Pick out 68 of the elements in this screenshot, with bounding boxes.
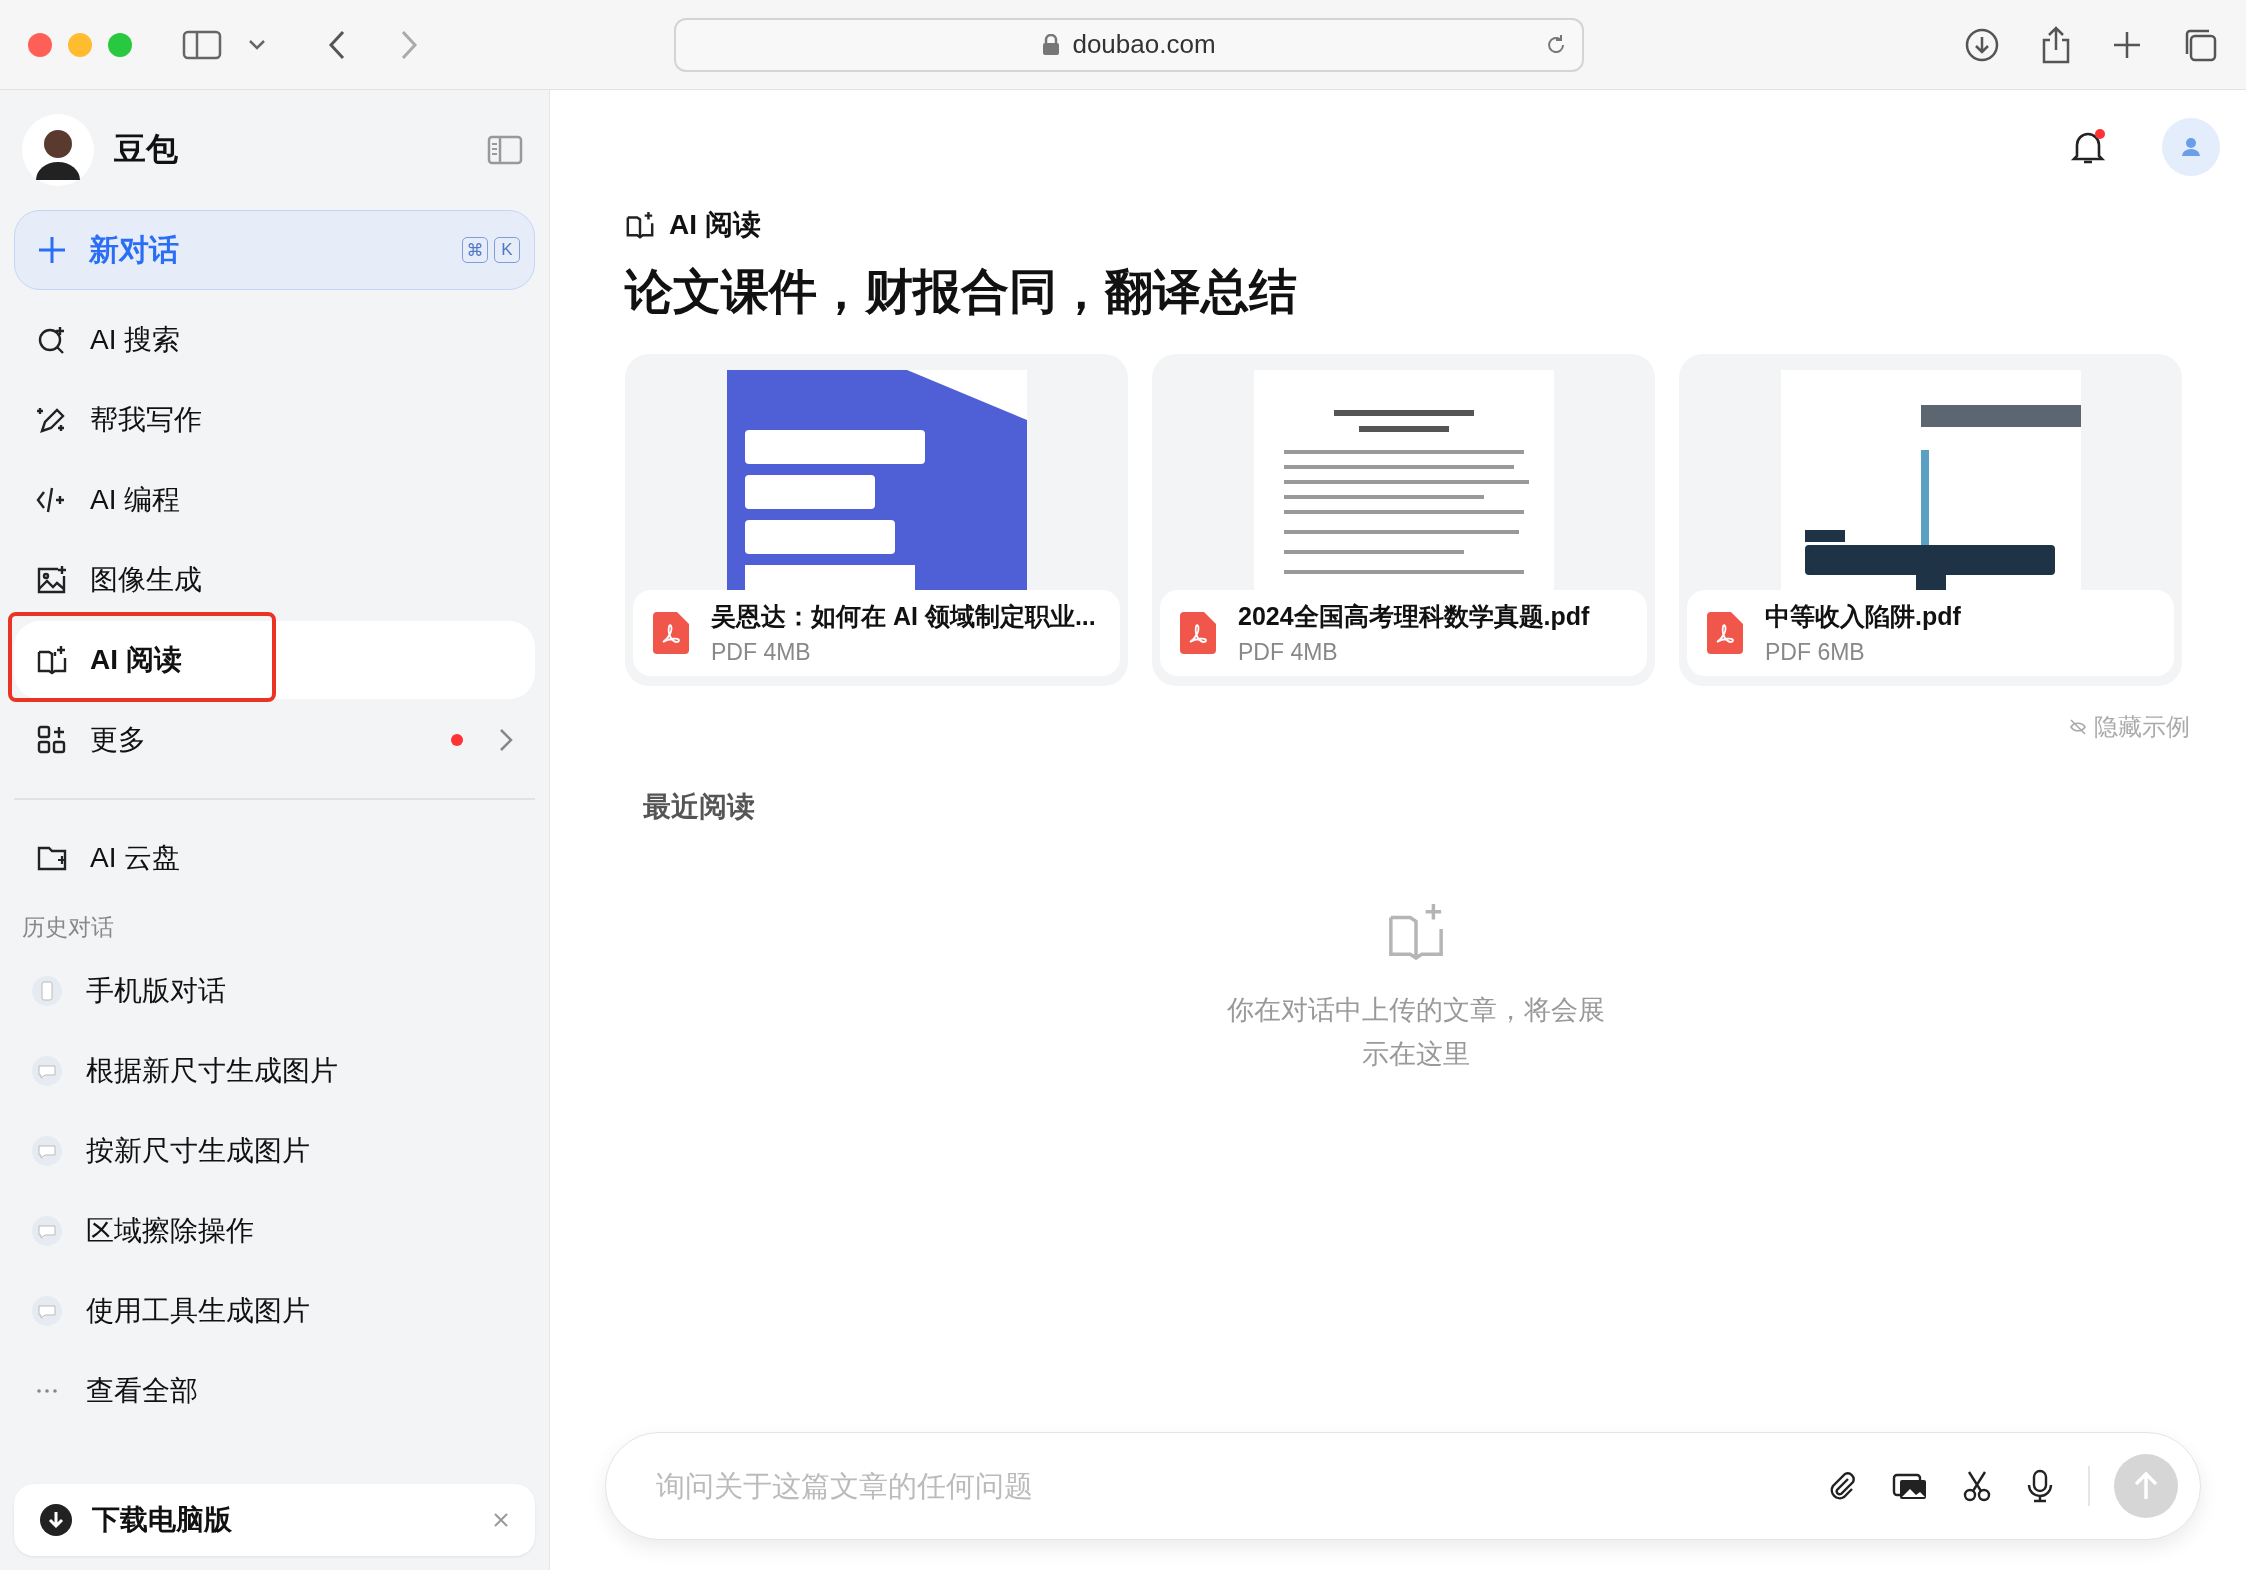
lock-icon: [1042, 33, 1061, 56]
close-window-icon[interactable]: [28, 32, 52, 57]
pdf-file-icon: [1180, 612, 1216, 654]
chat-bubble-icon: [32, 1136, 62, 1166]
pdf-file-icon: [653, 612, 689, 654]
paperclip-icon[interactable]: [1828, 1471, 1858, 1501]
document-meta: PDF 4MB: [711, 639, 812, 666]
chevron-right-icon: [499, 728, 513, 752]
document-card[interactable]: 中等收入陷阱.pdf PDF 6MB: [1679, 354, 2182, 686]
document-meta: PDF 4MB: [1238, 639, 1339, 666]
download-icon[interactable]: [1964, 26, 2000, 63]
chat-bubble-icon: [32, 1216, 62, 1246]
share-icon[interactable]: [2040, 25, 2072, 64]
chat-bubble-icon: [32, 1296, 62, 1326]
user-avatar-icon[interactable]: [2162, 118, 2220, 176]
sidebar-toggle-icon[interactable]: [182, 29, 222, 60]
section-label: AI 阅读: [669, 208, 761, 242]
sidebar-collapse-icon[interactable]: [487, 135, 523, 165]
apps-icon: [36, 724, 68, 756]
empty-state-text: 你在对话中上传的文章，将会展示在这里: [1225, 994, 1606, 1071]
headline: 论文课件，财报合同，翻译总结: [625, 264, 1298, 320]
history-item[interactable]: 根据新尺寸生成图片: [14, 1031, 535, 1111]
new-tab-icon[interactable]: [2112, 29, 2142, 60]
history-item[interactable]: 手机版对话: [14, 951, 535, 1031]
history-item[interactable]: 区域擦除操作: [14, 1191, 535, 1271]
nav-item[interactable]: AI 编程: [14, 461, 535, 539]
shortcut-key: ⌘: [462, 237, 488, 263]
address-bar[interactable]: doubao.com: [674, 17, 1584, 72]
image-icon[interactable]: [1892, 1471, 1928, 1501]
arrow-up-icon: [2133, 1471, 2159, 1501]
app-name: 豆包: [114, 130, 178, 169]
download-banner[interactable]: 下载电脑版: [14, 1484, 535, 1556]
nav-item[interactable]: 更多: [14, 701, 535, 779]
section-title: 最近阅读: [643, 790, 756, 824]
history-item[interactable]: 使用工具生成图片: [14, 1271, 535, 1351]
nav-item[interactable]: 图像生成: [14, 541, 535, 619]
document-card[interactable]: 吴恩达：如何在 AI 领域制定职业... PDF 4MB: [625, 354, 1128, 686]
back-icon[interactable]: [328, 29, 346, 60]
plus-icon: [37, 235, 67, 265]
document-title: 吴恩达：如何在 AI 领域制定职业...: [711, 601, 1096, 632]
chat-bubble-icon: [32, 1056, 62, 1086]
chevron-down-icon[interactable]: [248, 38, 266, 51]
section-title: 历史对话: [21, 913, 115, 942]
close-icon[interactable]: [493, 1512, 509, 1528]
chat-input[interactable]: 询问关于这篇文章的任何问题: [654, 1468, 1794, 1504]
avatar-icon[interactable]: [22, 114, 94, 186]
download-icon: [40, 1504, 72, 1536]
scissors-icon[interactable]: [1962, 1470, 1992, 1502]
more-dots-icon: [37, 1389, 57, 1393]
view-all-link[interactable]: 查看全部: [14, 1351, 535, 1431]
nav-item[interactable]: AI 搜索: [14, 301, 535, 379]
microphone-icon[interactable]: [2026, 1469, 2054, 1503]
document-title: 2024全国高考理科数学真题.pdf: [1238, 601, 1590, 632]
new-chat-button[interactable]: 新对话 ⌘ K: [14, 210, 535, 290]
pdf-file-icon: [1707, 612, 1743, 654]
book-sparkle-icon: [36, 644, 68, 676]
image-sparkle-icon: [36, 564, 68, 596]
document-title: 中等收入陷阱.pdf: [1765, 601, 1961, 632]
phone-icon: [32, 976, 62, 1006]
eye-off-icon: [2068, 717, 2088, 737]
shortcut-key: K: [494, 237, 520, 263]
nav-item[interactable]: AI 阅读: [14, 621, 535, 699]
book-sparkle-icon: [625, 210, 655, 240]
document-card[interactable]: 2024全国高考理科数学真题.pdf PDF 4MB: [1152, 354, 1655, 686]
history-item[interactable]: 按新尺寸生成图片: [14, 1111, 535, 1191]
document-meta: PDF 6MB: [1765, 639, 1866, 666]
nav-item[interactable]: AI 云盘: [14, 819, 535, 897]
nav-item[interactable]: 帮我写作: [14, 381, 535, 459]
